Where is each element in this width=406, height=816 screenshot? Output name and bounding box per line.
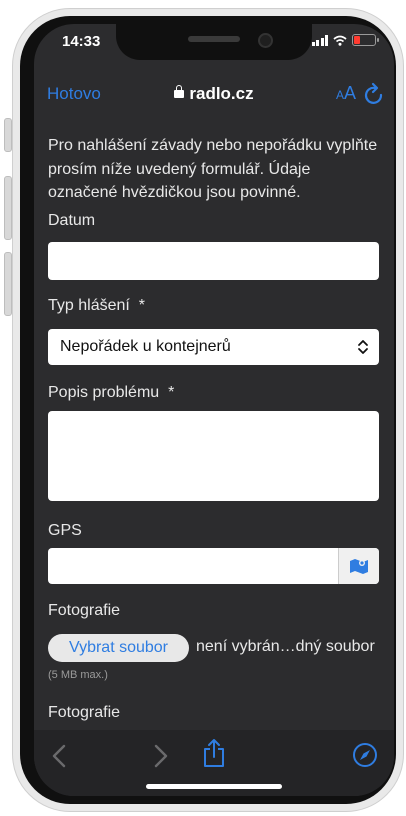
date-label: Datum [48,212,96,229]
notch [116,24,312,60]
choose-file-button[interactable]: Vybrat soubor [48,634,189,662]
chevron-updown-icon [358,340,368,354]
browser-navbar: Hotovo radlo.cz AA [34,74,394,114]
lock-icon [174,85,185,98]
file-limit: (5 MB max.) [48,669,108,681]
file-status: není vybrán…dný soubor [196,638,375,655]
type-label: Typ hlášení * [48,297,145,314]
type-selected: Nepořádek u kontejnerů [60,338,231,355]
home-indicator [146,784,282,789]
forward-icon[interactable] [154,744,168,768]
map-button[interactable] [338,548,379,584]
speaker [188,36,240,42]
compass-icon[interactable] [352,742,378,768]
screen: 14:33 Hotovo radlo.cz AA Pro nahlášení z… [34,24,394,796]
map-icon [350,559,368,574]
text-size-button[interactable]: AA [336,83,356,104]
status-icons [311,34,379,46]
description-label: Popis problému * [48,384,175,401]
status-time: 14:33 [62,33,101,50]
reload-icon[interactable] [362,80,386,106]
share-icon[interactable] [202,738,226,768]
domain-text: radlo.cz [189,84,254,103]
back-icon[interactable] [52,744,66,768]
wifi-icon [333,35,347,46]
signal-icon [311,34,328,46]
front-camera [258,33,273,48]
battery-icon [352,34,379,46]
gps-field[interactable] [48,548,379,584]
photo-label-2: Fotografie [48,704,121,721]
side-button-volume-up [4,176,12,240]
intro-text: Pro nahlášení závady nebo nepořádku vypl… [48,137,378,201]
type-select[interactable]: Nepořádek u kontejnerů [48,329,379,365]
photo-label-1: Fotografie [48,602,121,619]
date-field[interactable] [48,242,379,280]
side-button-mute [4,118,12,152]
description-field[interactable] [48,411,379,501]
side-button-volume-down [4,252,12,316]
gps-label: GPS [48,522,82,539]
